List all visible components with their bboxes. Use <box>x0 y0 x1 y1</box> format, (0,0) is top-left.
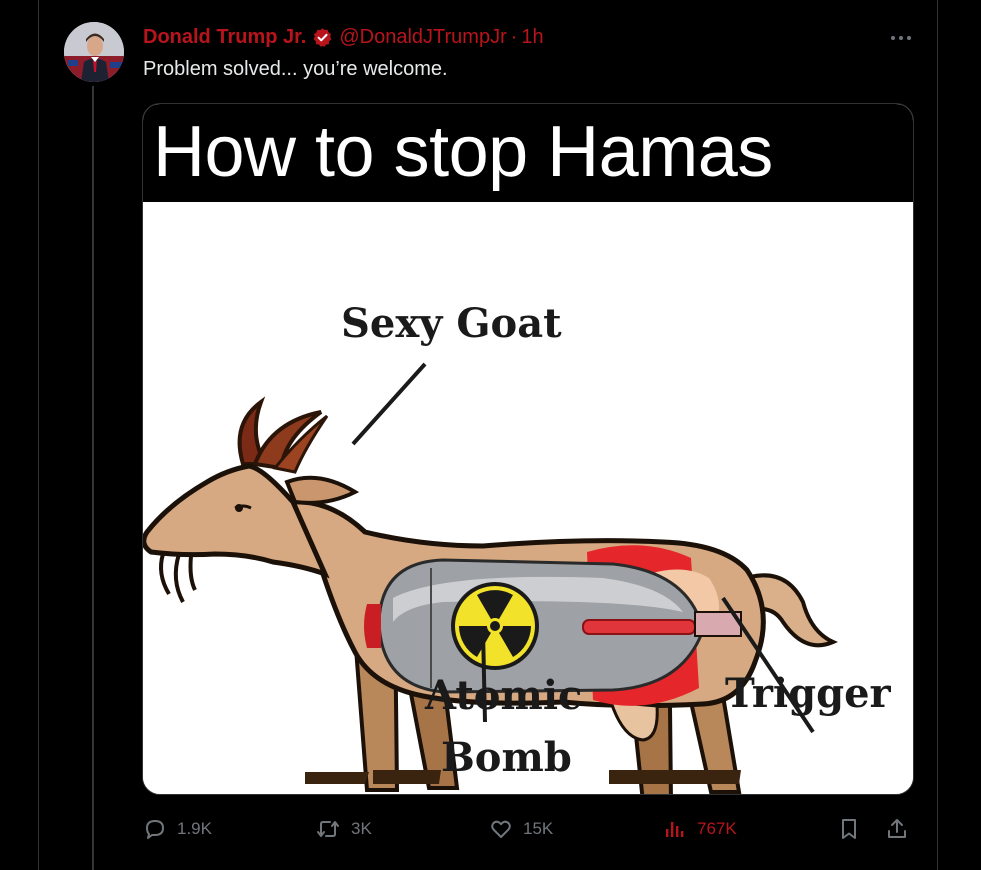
tweet-text: Problem solved... you’re welcome. <box>143 58 448 80</box>
tweet-frame: Donald Trump Jr. @DonaldJTrumpJr · 1h Pr… <box>0 0 981 870</box>
more-icon[interactable] <box>885 28 917 48</box>
label-sexy-goat: Sexy Goat <box>341 300 562 347</box>
views-count: 767K <box>697 819 737 838</box>
handle[interactable]: @DonaldJTrumpJr <box>339 26 506 49</box>
timestamp[interactable]: 1h <box>521 26 543 49</box>
repost-icon <box>317 821 339 837</box>
avatar-image <box>64 22 124 82</box>
verified-badge-icon[interactable] <box>312 27 333 48</box>
like-count: 15K <box>523 819 554 838</box>
label-trigger: Trigger <box>725 670 891 717</box>
repost-count: 3K <box>351 819 372 838</box>
avatar[interactable] <box>64 22 124 82</box>
repost-button[interactable]: 3K <box>315 812 372 846</box>
reply-icon <box>146 820 164 839</box>
display-name[interactable]: Donald Trump Jr. <box>143 26 306 49</box>
bookmark-icon <box>842 819 856 839</box>
analytics-icon <box>666 822 684 837</box>
label-atomic: Atomic <box>425 672 583 719</box>
heart-icon <box>491 820 511 838</box>
media-title: How to stop Hamas <box>153 112 773 192</box>
thread-line <box>92 86 94 870</box>
views-button[interactable]: 767K <box>663 812 737 846</box>
like-button[interactable]: 15K <box>489 812 553 846</box>
share-button[interactable] <box>885 812 919 846</box>
label-bomb: Bomb <box>441 734 572 781</box>
reply-button[interactable]: 1.9K <box>143 812 212 846</box>
column-border-left <box>38 0 39 870</box>
bookmark-button[interactable] <box>837 812 871 846</box>
reply-count: 1.9K <box>177 819 212 838</box>
media-title-bar: How to stop Hamas <box>143 104 913 202</box>
column-border-right <box>937 0 938 870</box>
tweet-header: Donald Trump Jr. @DonaldJTrumpJr · 1h <box>143 24 544 50</box>
tweet-media[interactable]: How to stop Hamas Sexy Goat Atomic Bomb … <box>142 103 914 795</box>
separator-dot: · <box>510 25 518 48</box>
tweet-actions: 1.9K 3K 15K 767K <box>143 812 915 846</box>
share-icon <box>888 819 906 838</box>
